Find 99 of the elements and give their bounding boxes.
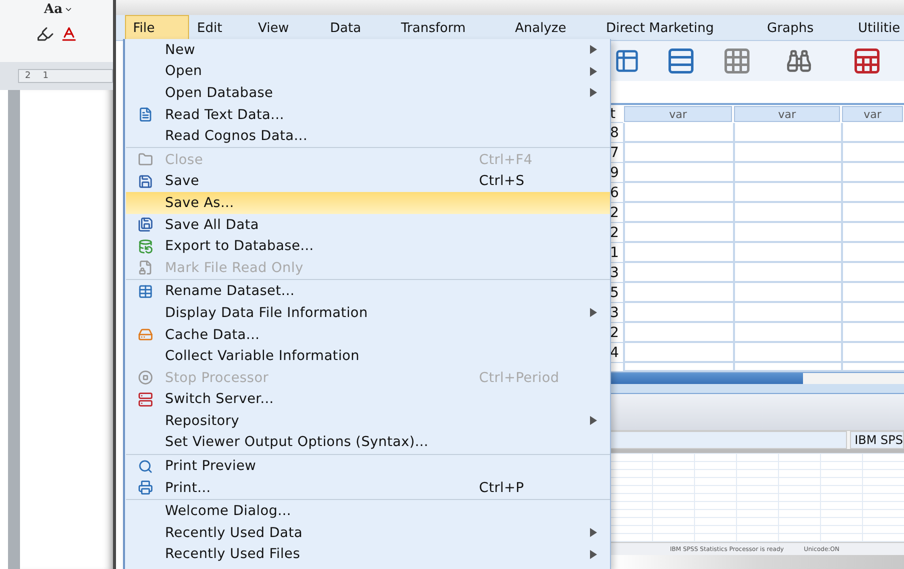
table-cell[interactable] — [623, 163, 733, 183]
table-cell[interactable] — [623, 323, 733, 343]
stop-icon — [138, 370, 152, 386]
table-cell[interactable] — [841, 303, 904, 323]
menu-item[interactable]: Read Text Data... — [126, 104, 610, 126]
table-cell[interactable] — [623, 243, 733, 263]
menu-item[interactable]: Collect Variable Information — [126, 345, 610, 367]
menu-bar-item[interactable]: Edit — [189, 15, 250, 40]
menu-item[interactable]: Repository — [126, 410, 610, 432]
table-cell[interactable] — [733, 243, 841, 263]
table-cell[interactable] — [733, 343, 841, 363]
menu-item[interactable]: Recently Used Files — [126, 544, 610, 566]
menu-item[interactable]: Print... Ctrl+P — [126, 476, 610, 498]
table-cell[interactable] — [841, 223, 904, 243]
menu-bar-item[interactable]: Graphs — [759, 15, 850, 40]
table-cell[interactable] — [733, 323, 841, 343]
horizontal-scrollbar[interactable] — [610, 372, 904, 384]
menu-bar-item[interactable]: Data — [322, 15, 393, 40]
change-case-button[interactable]: Aa — [44, 2, 73, 17]
menu-item[interactable]: Switch Server... — [126, 388, 610, 410]
menu-item[interactable]: Save All Data — [126, 214, 610, 236]
table-cell[interactable] — [841, 183, 904, 203]
table-cell[interactable] — [623, 343, 733, 363]
column-header[interactable]: var — [624, 106, 732, 122]
table-cell[interactable] — [841, 163, 904, 183]
menu-item[interactable]: Export to Database... — [126, 235, 610, 257]
table-cell[interactable] — [841, 343, 904, 363]
table-cell[interactable] — [733, 183, 841, 203]
menu-item[interactable]: Set Viewer Output Options (Syntax)... — [126, 432, 610, 454]
column-header[interactable]: var — [734, 106, 840, 122]
table-icon[interactable] — [614, 48, 640, 74]
table-cell[interactable] — [623, 363, 733, 372]
drive-icon — [138, 327, 152, 342]
ruler-label: 2 — [25, 71, 31, 81]
highlighter-icon[interactable] — [36, 25, 54, 43]
font-color-icon[interactable] — [60, 25, 78, 43]
table-cell[interactable] — [841, 123, 904, 143]
menu-bar-item[interactable]: Utilitie — [850, 15, 902, 40]
menu-item[interactable]: Print Preview — [126, 455, 610, 477]
table-cell[interactable] — [623, 223, 733, 243]
table-cell[interactable] — [733, 163, 841, 183]
table-cell[interactable] — [733, 363, 841, 372]
table-cell[interactable] — [733, 143, 841, 163]
ruler-label: 1 — [42, 71, 48, 81]
table-cell[interactable] — [841, 243, 904, 263]
folder-icon — [138, 152, 152, 168]
menu-item[interactable]: Welcome Dialog... — [126, 500, 610, 522]
save-icon — [138, 174, 152, 189]
table-cell[interactable] — [841, 143, 904, 163]
table-cell[interactable] — [623, 183, 733, 203]
table-cell[interactable] — [733, 283, 841, 303]
scrollbar-thumb[interactable] — [610, 373, 803, 384]
menu-item[interactable]: Display Data File Information — [126, 302, 610, 324]
table-cell[interactable] — [733, 123, 841, 143]
text-file-icon — [138, 107, 152, 122]
binoculars-icon[interactable] — [786, 48, 812, 74]
table-cell[interactable] — [623, 123, 733, 143]
table-cell[interactable] — [841, 203, 904, 223]
menu-item[interactable]: Open — [126, 60, 610, 82]
table-cell[interactable] — [623, 303, 733, 323]
search-icon — [138, 458, 152, 474]
menu-item[interactable]: Save As... — [126, 192, 610, 214]
menu-bar-item[interactable]: Analyze — [507, 15, 598, 40]
table-cell[interactable] — [733, 263, 841, 283]
menu-item[interactable]: Cache Data... — [126, 324, 610, 346]
column-header[interactable]: var — [842, 106, 903, 122]
table-cell[interactable] — [841, 283, 904, 303]
server-icon — [138, 392, 152, 407]
menu-item[interactable]: Open Database — [126, 82, 610, 104]
table-cell[interactable] — [623, 143, 733, 163]
printer-icon — [138, 480, 152, 496]
table-cell[interactable] — [623, 263, 733, 283]
table-cell[interactable] — [841, 323, 904, 343]
menu-bar-item[interactable]: Direct Marketing — [598, 15, 759, 40]
database-export-icon — [138, 238, 152, 254]
menu-item[interactable]: Read Cognos Data... — [126, 125, 610, 147]
rows-icon[interactable] — [666, 46, 696, 76]
table-cell[interactable] — [623, 283, 733, 303]
menu-bar-item[interactable]: Transform — [393, 15, 507, 40]
table-icon — [138, 284, 152, 299]
status-text: IBM SPS — [850, 431, 904, 449]
table-cell[interactable] — [841, 263, 904, 283]
table-cell[interactable] — [623, 203, 733, 223]
save-all-icon — [138, 217, 152, 232]
table-cell[interactable] — [733, 303, 841, 323]
menu-item[interactable]: Recently Used Data — [126, 522, 610, 544]
menu-item[interactable]: New — [126, 39, 610, 61]
table-cell[interactable] — [841, 363, 904, 372]
splitter[interactable] — [610, 384, 904, 394]
menu-item[interactable]: Rename Dataset... — [126, 280, 610, 302]
menu-bar-item[interactable]: View — [250, 15, 322, 40]
menu-bar-item[interactable]: File — [125, 15, 189, 40]
table-cell[interactable] — [733, 203, 841, 223]
spreadsheet-icon[interactable] — [852, 46, 882, 76]
locked-file-icon — [138, 260, 152, 276]
menu-item[interactable]: Save Ctrl+S — [126, 170, 610, 192]
caret-icon — [64, 5, 73, 14]
grid-icon[interactable] — [722, 46, 752, 76]
table-cell[interactable] — [733, 223, 841, 243]
